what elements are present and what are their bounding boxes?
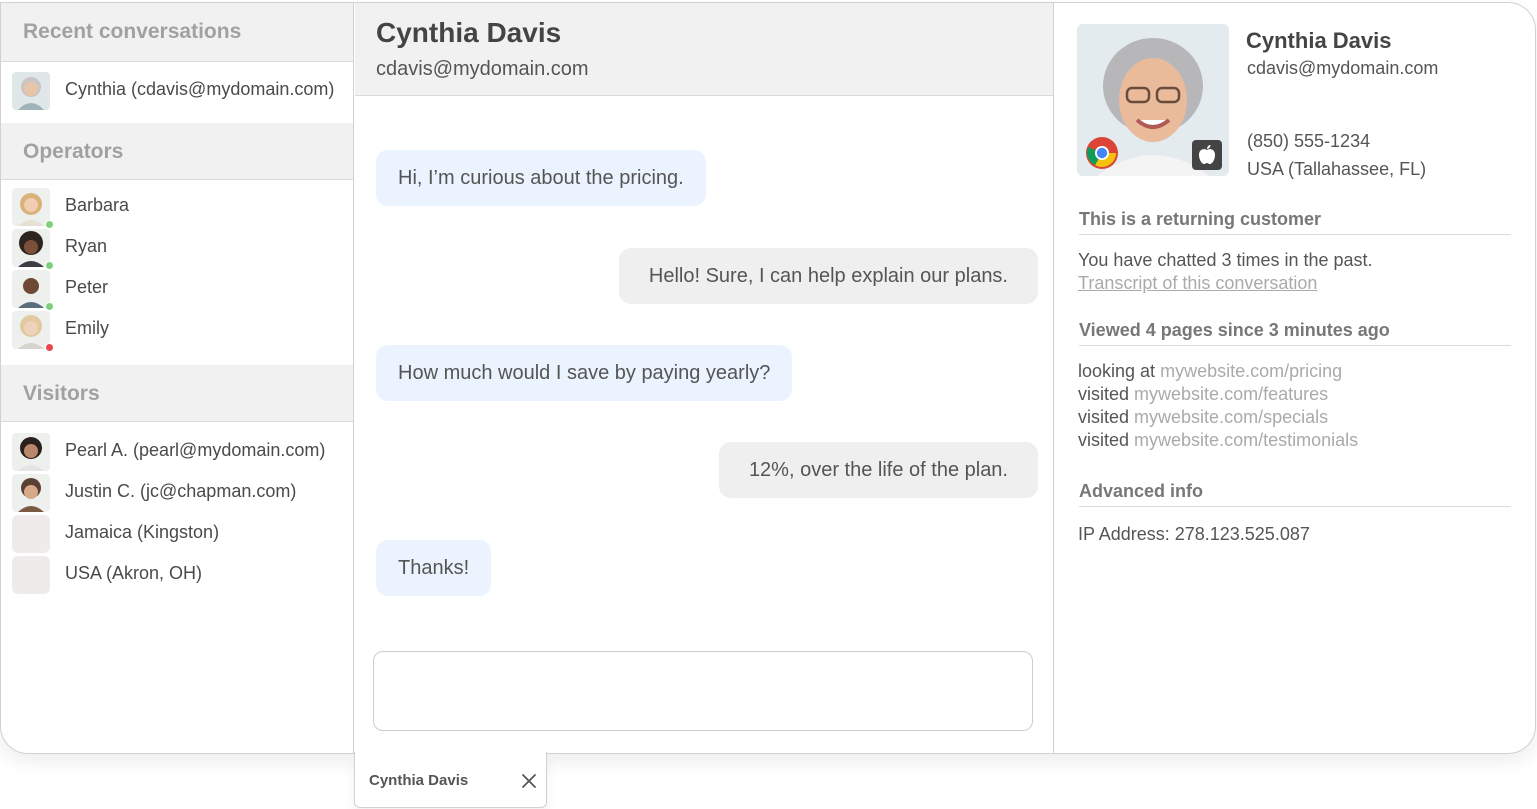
operator-item-barbara[interactable]: Barbara — [1, 187, 353, 229]
page-visit-verb: visited — [1078, 384, 1130, 404]
status-away-dot — [45, 343, 54, 352]
avatar — [12, 311, 50, 349]
page-visit-item: looking at mywebsite.com/pricing — [1078, 361, 1342, 382]
conversation-tab-label: Cynthia Davis — [369, 772, 469, 789]
operators-header: Operators — [1, 123, 353, 180]
avatar-placeholder — [12, 556, 50, 594]
sidebar-item-label: USA (Akron, OH) — [65, 563, 203, 583]
operators-title: Operators — [23, 140, 124, 163]
conversation-tab[interactable]: Cynthia Davis — [354, 752, 547, 808]
operator-item-emily[interactable]: Emily — [1, 310, 353, 352]
page-visit-item: visited mywebsite.com/specials — [1078, 407, 1328, 428]
avatar — [12, 474, 50, 512]
visitor-phone: (850) 555-1234 — [1247, 131, 1371, 151]
visitor-message: How much would I save by paying yearly? — [376, 345, 793, 401]
visitor-location: USA (Tallahassee, FL) — [1247, 159, 1427, 179]
page-visit-item: visited mywebsite.com/testimonials — [1078, 430, 1358, 451]
sidebar-item-label: Pearl A. (pearl@mydomain.com) — [65, 440, 326, 460]
operator-item-peter[interactable]: Peter — [1, 269, 353, 311]
visitor-photo — [1077, 24, 1229, 176]
sidebar-item-label: Ryan — [65, 236, 108, 256]
chat-console-window: Recent conversations Cynthia (cdavis@myd… — [0, 2, 1536, 754]
sidebar-item-label: Cynthia (cdavis@mydomain.com) — [65, 79, 335, 99]
avatar — [12, 270, 50, 308]
visitor-email: cdavis@mydomain.com — [1247, 58, 1439, 78]
avatar — [12, 72, 50, 110]
pages-viewed-heading: Viewed 4 pages since 3 minutes ago — [1079, 320, 1511, 346]
operator-message: 12%, over the life of the plan. — [718, 442, 1038, 498]
visitor-item[interactable]: Jamaica (Kingston) — [1, 514, 353, 554]
sidebar-item-label: Justin C. (jc@chapman.com) — [65, 481, 297, 501]
advanced-info-heading: Advanced info — [1079, 481, 1511, 507]
visitor-item[interactable]: Pearl A. (pearl@mydomain.com) — [1, 432, 353, 472]
chat-contact-email: cdavis@mydomain.com — [376, 58, 589, 80]
operator-message: Hello! Sure, I can help explain our plan… — [618, 248, 1038, 304]
visitors-header: Visitors — [1, 365, 353, 422]
visitor-item[interactable]: Justin C. (jc@chapman.com) — [1, 473, 353, 513]
transcript-link[interactable]: Transcript of this conversation — [1078, 273, 1317, 294]
visitors-title: Visitors — [23, 382, 100, 405]
page-visit-verb: visited — [1078, 407, 1130, 427]
page-visit-url[interactable]: mywebsite.com/features — [1134, 384, 1328, 404]
page-visit-verb: visited — [1078, 430, 1130, 450]
sidebar-item-label: Barbara — [65, 195, 130, 215]
chat-contact-name: Cynthia Davis — [376, 17, 562, 48]
sidebar-item-label: Jamaica (Kingston) — [65, 522, 220, 542]
page-visit-url[interactable]: mywebsite.com/specials — [1134, 407, 1328, 427]
recent-conversation-item[interactable]: Cynthia (cdavis@mydomain.com) — [1, 71, 353, 111]
visitor-message: Hi, I’m curious about the pricing. — [376, 150, 706, 206]
page-visit-url[interactable]: mywebsite.com/pricing — [1160, 361, 1342, 381]
recent-conversations-header: Recent conversations — [1, 3, 353, 62]
sidebar-item-label: Emily — [65, 318, 109, 338]
visitor-item[interactable]: USA (Akron, OH) — [1, 555, 353, 595]
chat-header: Cynthia Davis cdavis@mydomain.com — [355, 3, 1053, 96]
avatar — [12, 433, 50, 471]
page-visit-item: visited mywebsite.com/features — [1078, 384, 1328, 405]
avatar — [12, 188, 50, 226]
sidebar: Recent conversations Cynthia (cdavis@myd… — [1, 3, 354, 753]
visitor-name: Cynthia Davis — [1246, 28, 1392, 53]
operator-item-ryan[interactable]: Ryan — [1, 228, 353, 270]
message-input[interactable] — [373, 651, 1033, 731]
page-visit-url[interactable]: mywebsite.com/testimonials — [1134, 430, 1358, 450]
ip-address-text: IP Address: 278.123.525.087 — [1078, 524, 1310, 544]
sidebar-item-label: Peter — [65, 277, 109, 297]
avatar — [12, 229, 50, 267]
returning-customer-heading: This is a returning customer — [1079, 209, 1511, 235]
visitor-info-panel: Cynthia Davis cdavis@mydomain.com (850) … — [1055, 3, 1535, 753]
chrome-icon — [1085, 136, 1119, 170]
chat-history-text: You have chatted 3 times in the past. — [1078, 250, 1373, 270]
recent-conversations-title: Recent conversations — [23, 20, 242, 43]
close-icon[interactable] — [520, 772, 538, 790]
avatar-placeholder — [12, 515, 50, 553]
page-visit-verb: looking at — [1078, 361, 1156, 381]
chat-panel: Cynthia Davis cdavis@mydomain.com Hi, I’… — [355, 3, 1054, 753]
visitor-message: Thanks! — [376, 540, 492, 596]
apple-icon — [1192, 140, 1222, 170]
